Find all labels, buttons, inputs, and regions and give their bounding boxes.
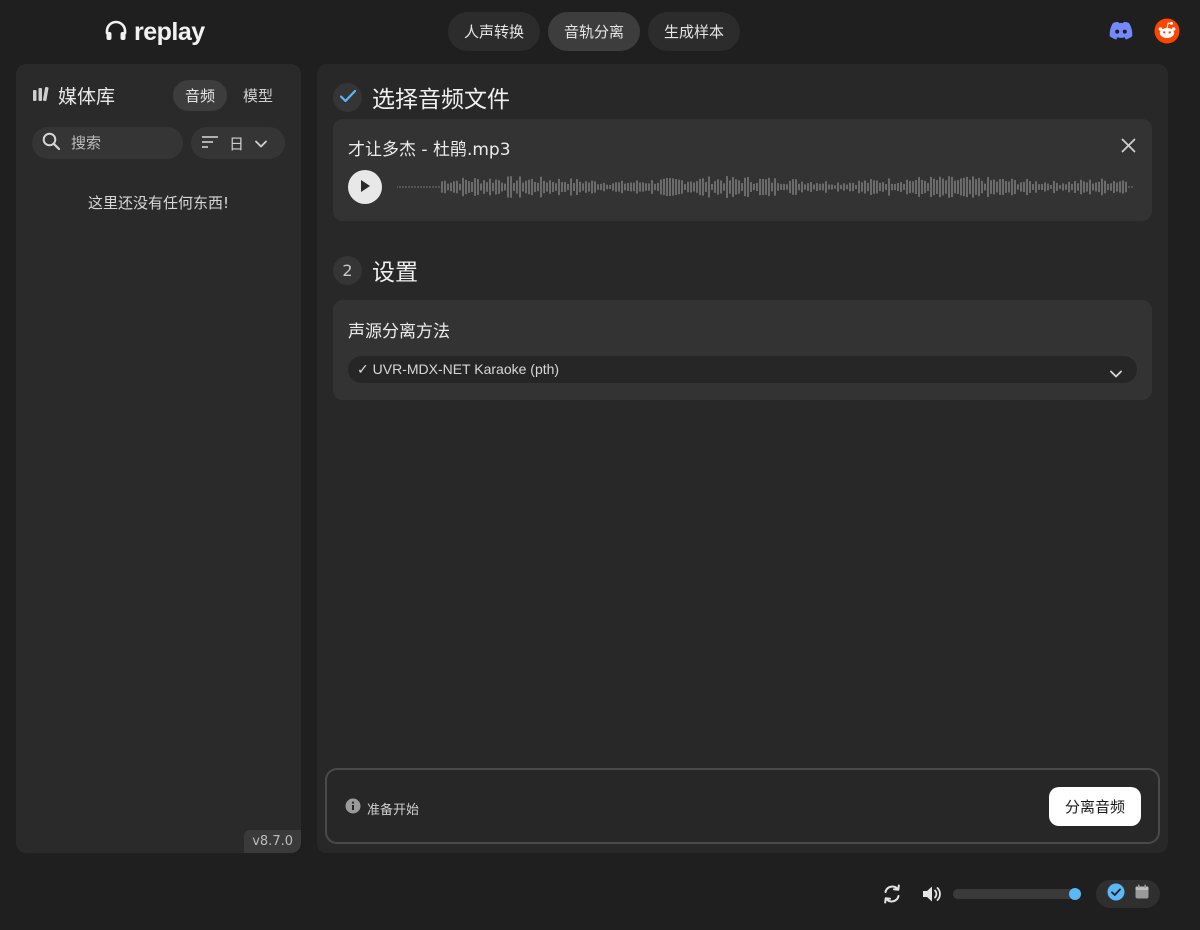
separation-method-select[interactable]: ✓ UVR-MDX-NET Karaoke (pth) (348, 356, 1137, 383)
separation-panel: 选择音频文件 才让多杰 - 杜鹃.mp3 2 设置 声源分离方法 ✓ UVR-M… (317, 64, 1168, 853)
discord-icon[interactable] (1108, 21, 1134, 45)
step-select-file: 选择音频文件 (333, 80, 510, 114)
close-icon (1121, 138, 1136, 157)
library-tabs: 音频 模型 (172, 80, 285, 111)
info-icon (345, 798, 361, 818)
settings-card: 声源分离方法 ✓ UVR-MDX-NET Karaoke (pth) (333, 300, 1152, 400)
step-number-badge: 2 (333, 255, 362, 285)
status-toggles (1096, 880, 1160, 908)
library-title: 媒体库 (32, 82, 115, 109)
volume-knob[interactable] (1069, 888, 1081, 900)
refresh-icon[interactable] (881, 883, 903, 909)
sort-icon (201, 134, 219, 153)
search-icon (42, 132, 61, 155)
check-circle-icon[interactable] (1107, 883, 1125, 905)
tab-models[interactable]: 模型 (231, 80, 285, 111)
tab-voice-conversion[interactable]: 人声转换 (448, 12, 541, 51)
step-settings: 2 设置 (333, 253, 418, 287)
check-icon (339, 88, 357, 107)
search-input[interactable] (71, 134, 171, 152)
volume-slider[interactable] (953, 889, 1075, 899)
selected-method: ✓ UVR-MDX-NET Karaoke (pth) (357, 361, 560, 377)
player-bar (0, 870, 1200, 920)
main-nav: 人声转换 音轨分离 生成样本 (448, 12, 741, 51)
volume-icon[interactable] (921, 883, 943, 909)
audio-file-card: 才让多杰 - 杜鹃.mp3 (333, 119, 1152, 221)
volume-fill (953, 889, 1069, 899)
step-title: 设置 (372, 260, 418, 286)
media-library-sidebar: 媒体库 音频 模型 日 这里还没有任何东西! v8.7.0 (16, 64, 301, 853)
step-title: 选择音频文件 (372, 87, 510, 113)
app-logo: replay (104, 18, 205, 47)
library-icon (32, 86, 50, 106)
status-text: 准备开始 (367, 802, 420, 818)
play-button[interactable] (348, 170, 382, 204)
tab-generate-samples[interactable]: 生成样本 (648, 12, 741, 51)
app-header: replay 人声转换 音轨分离 生成样本 (0, 0, 1200, 64)
action-bar: 准备开始 分离音频 (325, 768, 1160, 844)
headphones-icon (104, 19, 128, 47)
calendar-icon[interactable] (1134, 884, 1150, 904)
separation-method-label: 声源分离方法 (348, 322, 450, 342)
status-indicator: 准备开始 (345, 798, 419, 818)
search-box (32, 127, 183, 159)
step-complete-badge (333, 82, 362, 112)
audio-file-name: 才让多杰 - 杜鹃.mp3 (348, 140, 511, 160)
logo-text: replay (134, 18, 205, 46)
sort-dropdown[interactable]: 日 (191, 127, 285, 159)
chevron-down-icon (254, 134, 268, 153)
reddit-icon[interactable] (1154, 18, 1180, 48)
version-badge: v8.7.0 (244, 830, 301, 853)
empty-library-message: 这里还没有任何东西! (87, 194, 229, 212)
library-title-text: 媒体库 (58, 86, 116, 108)
chevron-down-icon (1109, 364, 1123, 383)
audio-waveform[interactable] (397, 173, 1134, 201)
play-icon (359, 178, 371, 197)
sort-label: 日 (229, 134, 245, 153)
tab-stem-separation[interactable]: 音轨分离 (548, 12, 641, 51)
social-links (1108, 18, 1180, 48)
separate-audio-button[interactable]: 分离音频 (1048, 787, 1141, 826)
remove-file-button[interactable] (1121, 138, 1136, 157)
tab-audio[interactable]: 音频 (172, 80, 227, 111)
